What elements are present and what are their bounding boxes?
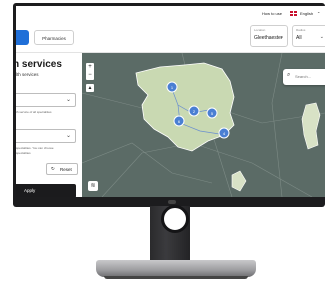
- reset-button[interactable]: ↻ Reset: [46, 163, 78, 175]
- tab-active[interactable]: [16, 30, 29, 45]
- reset-label: Reset: [60, 167, 72, 172]
- locate-icon[interactable]: ▲: [86, 84, 94, 92]
- radius-value: All: [296, 35, 302, 41]
- apply-button[interactable]: Apply: [16, 184, 76, 197]
- map-search[interactable]: ⌕ Search...: [283, 69, 325, 85]
- map-search-input[interactable]: Search...: [295, 74, 311, 79]
- screen: How to use English ⌄ Pharmacies Location…: [16, 6, 325, 197]
- zoom-in-button[interactable]: +: [86, 63, 94, 71]
- speciality-help-text: specialities. You can choose: [16, 146, 54, 150]
- sidebar-subtitle: lth services: [16, 72, 39, 77]
- zoom-control: + −: [86, 63, 94, 80]
- chevron-down-icon: ⌄: [65, 97, 71, 103]
- region-south[interactable]: [231, 170, 247, 192]
- top-bar: How to use English ⌄: [16, 6, 325, 22]
- chevron-down-icon: ⌄: [279, 34, 284, 40]
- service-select[interactable]: ⌄: [16, 93, 76, 107]
- search-icon: ⌕: [287, 72, 291, 78]
- layers-icon[interactable]: ≋: [88, 181, 98, 191]
- chevron-down-icon: ⌄: [65, 133, 71, 139]
- region-east[interactable]: [301, 102, 321, 150]
- location-value: Gleethaester: [254, 35, 283, 41]
- map[interactable]: 1 2 5 6 4 + − ▲ ⌕ Search... ≋: [82, 53, 325, 197]
- speciality-select[interactable]: ⌄: [16, 129, 76, 143]
- uk-flag-icon: [290, 11, 297, 16]
- chevron-down-icon[interactable]: ⌄: [317, 9, 320, 14]
- sidebar-title: h services: [16, 59, 62, 70]
- radius-label: Radius: [296, 28, 306, 32]
- monitor-stand-base: [96, 260, 256, 277]
- chevron-down-icon: ⌄: [319, 34, 324, 40]
- speciality-help-text-2: specialities: [16, 151, 31, 155]
- sidebar: h services lth services ⌄ th service of …: [16, 53, 82, 197]
- zoom-out-button[interactable]: −: [86, 71, 94, 79]
- location-label: Location: [254, 28, 266, 32]
- help-link[interactable]: How to use: [262, 11, 282, 16]
- monitor-stand-base-edge: [104, 276, 248, 279]
- service-help-text: th service of all specialities: [16, 110, 52, 114]
- filter-bar: Pharmacies Location Gleethaester ⌄ Radiu…: [16, 22, 325, 53]
- monitor-stand-cable-hole: [161, 205, 189, 233]
- region-highlight[interactable]: [135, 62, 235, 152]
- radius-select[interactable]: Radius All ⌄: [292, 25, 325, 47]
- tab-pharmacies[interactable]: Pharmacies: [34, 30, 74, 45]
- monitor-logo: [168, 200, 176, 204]
- location-select[interactable]: Location Gleethaester ⌄: [250, 25, 288, 47]
- language-selector[interactable]: English: [300, 11, 313, 16]
- refresh-icon: ↻: [51, 166, 55, 171]
